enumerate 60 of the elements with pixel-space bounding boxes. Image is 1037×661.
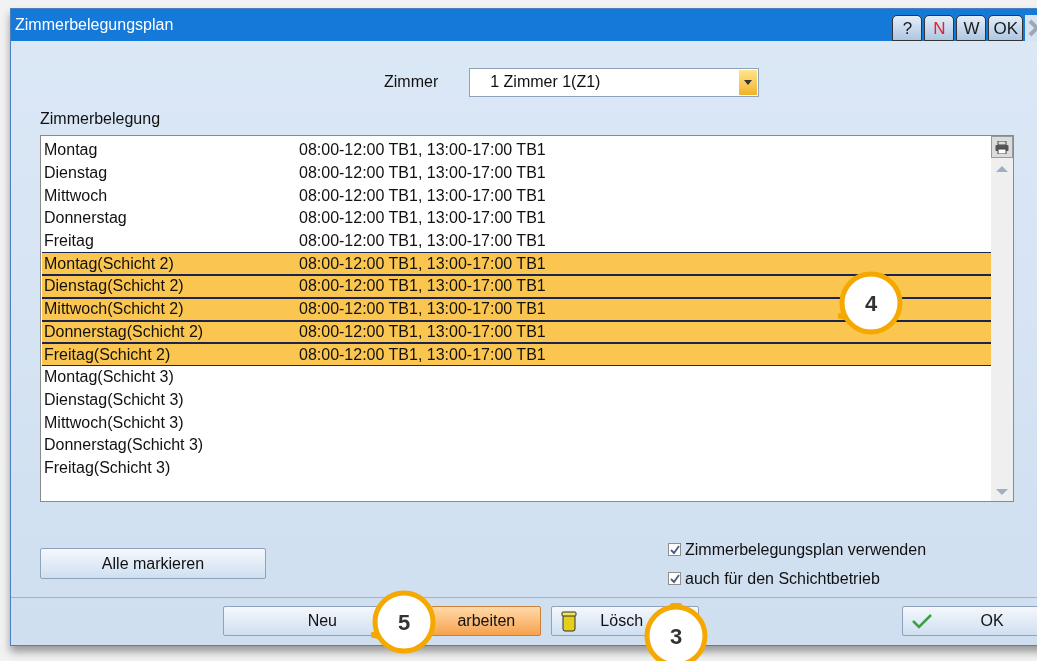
time-cell-text: 08:00-12:00 TB1, 13:00-17:00 TB1 — [299, 185, 546, 206]
day-cell-text: Dienstag(Schicht 2) — [43, 276, 185, 297]
schedule-row[interactable]: Dienstag 08:00-12:00 TB1, 13:00-17:00 TB1 — [42, 161, 991, 185]
day-cell-text: Freitag(Schicht 2) — [43, 344, 172, 365]
checkmark-icon — [910, 613, 933, 629]
schedule-row[interactable]: Montag 08:00-12:00 TB1, 13:00-17:00 TB1 — [42, 139, 991, 162]
schedule-row[interactable]: Dienstag(Schicht 3) — [42, 388, 991, 412]
schedule-row[interactable]: Mittwoch 08:00-12:00 TB1, 13:00-17:00 TB1 — [42, 184, 991, 208]
schedule-row[interactable]: Donnerstag 08:00-12:00 TB1, 13:00-17:00 TB1 — [42, 207, 991, 230]
schedule-row[interactable]: Freitag(Schicht 2) 08:00-12:00 TB1, 13:00-17:00 TB1 — [42, 343, 991, 366]
day-cell-text: Donnerstag — [43, 208, 128, 229]
checkbox[interactable] — [668, 543, 681, 556]
checkbox[interactable] — [668, 572, 681, 585]
time-cell-text: 08:00-12:00 TB1, 13:00-17:00 TB1 — [299, 299, 546, 320]
time-cell-text: 08:00-12:00 TB1, 13:00-17:00 TB1 — [299, 140, 546, 161]
select-all-button[interactable]: Alle markieren — [40, 548, 266, 579]
time-cell-text: 08:00-12:00 TB1, 13:00-17:00 TB1 — [299, 163, 546, 184]
scroll-down-icon[interactable] — [996, 489, 1008, 495]
schedule-row[interactable]: Montag(Schicht 3) — [42, 365, 991, 389]
time-cell-text: 08:00-12:00 TB1, 13:00-17:00 TB1 — [299, 276, 546, 297]
day-cell-text: Montag(Schicht 3) — [43, 367, 175, 388]
room-dropdown[interactable]: 1 Zimmer 1(Z1) — [469, 67, 760, 97]
edit-button[interactable]: arbeiten — [431, 606, 542, 636]
day-cell-text: Donnerstag(Schicht 3) — [43, 435, 205, 456]
checkbox-label: auch für den Schichtbetrieb — [685, 568, 880, 589]
room-label: Zimmer — [384, 72, 439, 92]
time-cell-text: 08:00-12:00 TB1, 13:00-17:00 TB1 — [299, 208, 546, 229]
day-cell-text: Montag(Schicht 2) — [43, 253, 175, 274]
callout-tooltip: 3 — [643, 603, 709, 661]
day-cell-text: Freitag — [43, 231, 95, 252]
schedule-row[interactable]: Freitag 08:00-12:00 TB1, 13:00-17:00 TB1 — [42, 229, 991, 253]
day-cell-text: Mittwoch — [43, 185, 109, 206]
time-cell-text: 08:00-12:00 TB1, 13:00-17:00 TB1 — [299, 321, 546, 342]
schedule-row[interactable]: Donnerstag(Schicht 3) — [42, 433, 991, 457]
schedule-row[interactable]: Mittwoch(Schicht 3) — [42, 411, 991, 434]
window-title: Zimmerbelegungsplan — [15, 15, 175, 35]
schedule-label: Zimmerbelegung — [40, 109, 162, 129]
callout-tooltip: 5 — [371, 589, 437, 655]
trash-can-icon — [560, 610, 579, 632]
scrollbar[interactable] — [991, 136, 1013, 501]
day-cell-text: Dienstag(Schicht 3) — [43, 389, 185, 410]
time-cell-text: 08:00-12:00 TB1, 13:00-17:00 TB1 — [299, 253, 546, 274]
checkbox-label: Zimmerbelegungsplan verwenden — [685, 539, 927, 560]
day-cell-text: Mittwoch(Schicht 2) — [43, 299, 185, 320]
time-cell-text: 08:00-12:00 TB1, 13:00-17:00 TB1 — [299, 344, 546, 365]
print-icon[interactable] — [991, 136, 1013, 158]
day-cell-text: Dienstag — [43, 163, 109, 184]
day-cell-text: Mittwoch(Schicht 3) — [43, 412, 185, 433]
title-bar-button[interactable]: ? — [892, 15, 923, 41]
day-cell-text: Freitag(Schicht 3) — [43, 457, 172, 478]
callout-tooltip: 4 — [838, 270, 904, 336]
time-cell-text: 08:00-12:00 TB1, 13:00-17:00 TB1 — [299, 231, 546, 252]
title-bar-button[interactable]: OK — [988, 15, 1023, 41]
scroll-up-icon[interactable] — [996, 166, 1008, 172]
schedule-row[interactable]: Montag(Schicht 2) 08:00-12:00 TB1, 13:00-17:00 TB1 — [42, 252, 991, 276]
day-cell-text: Donnerstag(Schicht 2) — [43, 321, 205, 342]
ok-button[interactable]: OK — [901, 606, 1037, 636]
title-bar-button[interactable]: W — [956, 15, 987, 41]
schedule-row[interactable]: Freitag(Schicht 3) — [42, 456, 991, 480]
day-cell-text: Montag — [43, 140, 99, 161]
